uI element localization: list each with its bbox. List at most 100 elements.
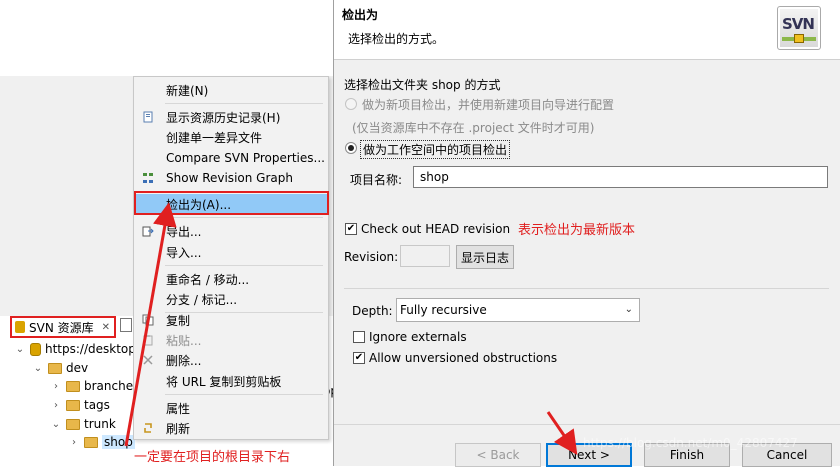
- radio-new-project-note: (仅当资源库中不存在 .project 文件时才可用): [352, 121, 595, 135]
- tree-node-label: https://desktop: [45, 342, 136, 356]
- tree-node-label: dev: [66, 361, 89, 375]
- svn-repositories-view-tab[interactable]: SVN 资源库 ✕: [10, 316, 116, 338]
- menu-item-refresh[interactable]: 刷新: [135, 418, 327, 438]
- menu-item-import[interactable]: 导入...: [135, 242, 327, 262]
- menu-item-copy[interactable]: 复制: [135, 310, 327, 330]
- menu-item-delete[interactable]: 删除...: [135, 350, 327, 370]
- watermark: https://blog.csdn.net/m0_42807427: [583, 436, 798, 450]
- svn-tab-label: SVN 资源库: [29, 320, 94, 335]
- dialog-title: 检出为: [342, 8, 379, 22]
- menu-item-properties[interactable]: 属性: [135, 398, 327, 418]
- tree-node-dev[interactable]: ⌄ dev: [32, 361, 88, 375]
- graph-icon: [143, 173, 153, 183]
- menu-item-label: 创建单一差异文件: [166, 130, 263, 145]
- svn-repository-icon: [15, 321, 25, 333]
- history-icon: [143, 111, 153, 123]
- menu-item-new[interactable]: 新建(N): [135, 80, 327, 100]
- tree-node-shop[interactable]: › shop: [68, 435, 135, 449]
- delete-icon: [143, 355, 153, 365]
- tree-node-trunk[interactable]: ⌄ trunk: [50, 417, 116, 431]
- refresh-icon: [144, 423, 152, 433]
- tree-node-branches[interactable]: › branches: [50, 379, 139, 393]
- menu-item-label: 检出为(A)...: [166, 197, 232, 212]
- back-button[interactable]: < Back: [455, 443, 541, 467]
- menu-item-label: 将 URL 复制到剪贴板: [166, 374, 282, 389]
- depth-label: Depth:: [352, 304, 393, 318]
- view-icon[interactable]: [120, 318, 132, 332]
- context-menu: 新建(N) 显示资源历史记录(H) 创建单一差异文件 Compare SVN P…: [133, 76, 329, 440]
- menu-item-label: 显示资源历史记录(H): [166, 110, 281, 125]
- chevron-right-icon[interactable]: ›: [68, 437, 80, 448]
- menu-item-label: 复制: [166, 313, 191, 328]
- tree-node-label: branches: [84, 379, 140, 393]
- svn-logo-text: SVN: [782, 15, 815, 33]
- checkout-head-checkbox[interactable]: ✔: [345, 223, 357, 235]
- revision-input[interactable]: [400, 245, 450, 267]
- tree-node-label: trunk: [84, 417, 116, 431]
- project-name-label: 项目名称:: [350, 173, 403, 187]
- menu-separator: [165, 394, 323, 395]
- folder-icon: [66, 418, 80, 430]
- show-log-button[interactable]: 显示日志: [456, 245, 514, 269]
- close-icon[interactable]: ✕: [102, 322, 110, 333]
- dialog-subtitle: 选择检出的方式。: [348, 32, 445, 46]
- menu-item-compare-properties[interactable]: Compare SVN Properties...: [135, 148, 327, 168]
- menu-item-label: 删除...: [166, 353, 202, 368]
- menu-item-label: Compare SVN Properties...: [166, 151, 325, 165]
- menu-item-branch[interactable]: 分支 / 标记...: [135, 289, 327, 309]
- menu-item-checkout-as[interactable]: 检出为(A)...: [135, 194, 327, 214]
- tree-node-tags[interactable]: › tags: [50, 398, 110, 412]
- menu-item-rename[interactable]: 重命名 / 移动...: [135, 269, 327, 289]
- menu-item-label: Show Revision Graph: [166, 171, 293, 185]
- menu-separator: [165, 265, 323, 266]
- chevron-down-icon: ⌄: [624, 304, 633, 315]
- depth-select-value: Fully recursive: [400, 303, 487, 317]
- ignore-externals-checkbox[interactable]: [353, 331, 365, 343]
- menu-item-label: 导出...: [166, 224, 202, 239]
- checkout-head-label: Check out HEAD revision: [361, 222, 511, 236]
- radio-new-project[interactable]: [345, 98, 357, 110]
- menu-item-revision-graph[interactable]: Show Revision Graph: [135, 168, 327, 188]
- annotation-root-note: 一定要在项目的根目录下右: [134, 450, 291, 465]
- section-label: 选择检出文件夹 shop 的方式: [344, 78, 501, 92]
- radio-workspace-project[interactable]: [345, 142, 357, 154]
- radio-workspace-label: 做为工作空间中的项目检出: [360, 140, 511, 159]
- dialog-body: 选择检出文件夹 shop 的方式 做为新项目检出，并使用新建项目向导进行配置 (…: [334, 61, 840, 371]
- chevron-right-icon[interactable]: ›: [50, 381, 62, 392]
- menu-item-label: 分支 / 标记...: [166, 292, 238, 307]
- allow-unversioned-label: Allow unversioned obstructions: [369, 351, 558, 365]
- menu-item-label: 刷新: [166, 421, 191, 436]
- repository-icon: [30, 342, 41, 356]
- folder-icon: [66, 380, 80, 392]
- allow-unversioned-checkbox[interactable]: ✔: [353, 352, 365, 364]
- chevron-down-icon[interactable]: ⌄: [14, 344, 26, 355]
- menu-item-export[interactable]: 导出...: [135, 221, 327, 241]
- menu-item-show-history[interactable]: 显示资源历史记录(H): [135, 107, 327, 127]
- menu-item-label: 导入...: [166, 245, 202, 260]
- logo-knob: [794, 34, 804, 43]
- tree-node-repo[interactable]: ⌄ https://desktop: [14, 342, 136, 356]
- menu-item-label: 粘贴...: [166, 333, 202, 348]
- chevron-down-icon[interactable]: ⌄: [50, 419, 62, 430]
- paste-icon: [143, 335, 153, 346]
- folder-icon: [48, 362, 62, 374]
- tree-node-label: shop: [102, 435, 135, 449]
- depth-select[interactable]: Fully recursive ⌄: [396, 298, 640, 322]
- menu-separator: [165, 191, 323, 192]
- menu-separator: [165, 217, 323, 218]
- folder-icon: [66, 399, 80, 411]
- menu-item-label: 重命名 / 移动...: [166, 272, 250, 287]
- menu-separator: [165, 103, 323, 104]
- copy-icon: [142, 314, 154, 326]
- menu-item-copy-url[interactable]: 将 URL 复制到剪贴板: [135, 371, 327, 391]
- dialog-header: 检出为 选择检出的方式。 SVN: [334, 0, 840, 60]
- tree-node-label: tags: [84, 398, 110, 412]
- ignore-externals-label: Ignore externals: [369, 330, 467, 344]
- chevron-down-icon[interactable]: ⌄: [32, 363, 44, 374]
- menu-item-create-patch[interactable]: 创建单一差异文件: [135, 127, 327, 147]
- chevron-right-icon[interactable]: ›: [50, 400, 62, 411]
- menu-item-label: 属性: [166, 401, 191, 416]
- menu-item-paste[interactable]: 粘贴...: [135, 330, 327, 350]
- folder-icon: [84, 436, 98, 448]
- project-name-input[interactable]: [413, 166, 828, 188]
